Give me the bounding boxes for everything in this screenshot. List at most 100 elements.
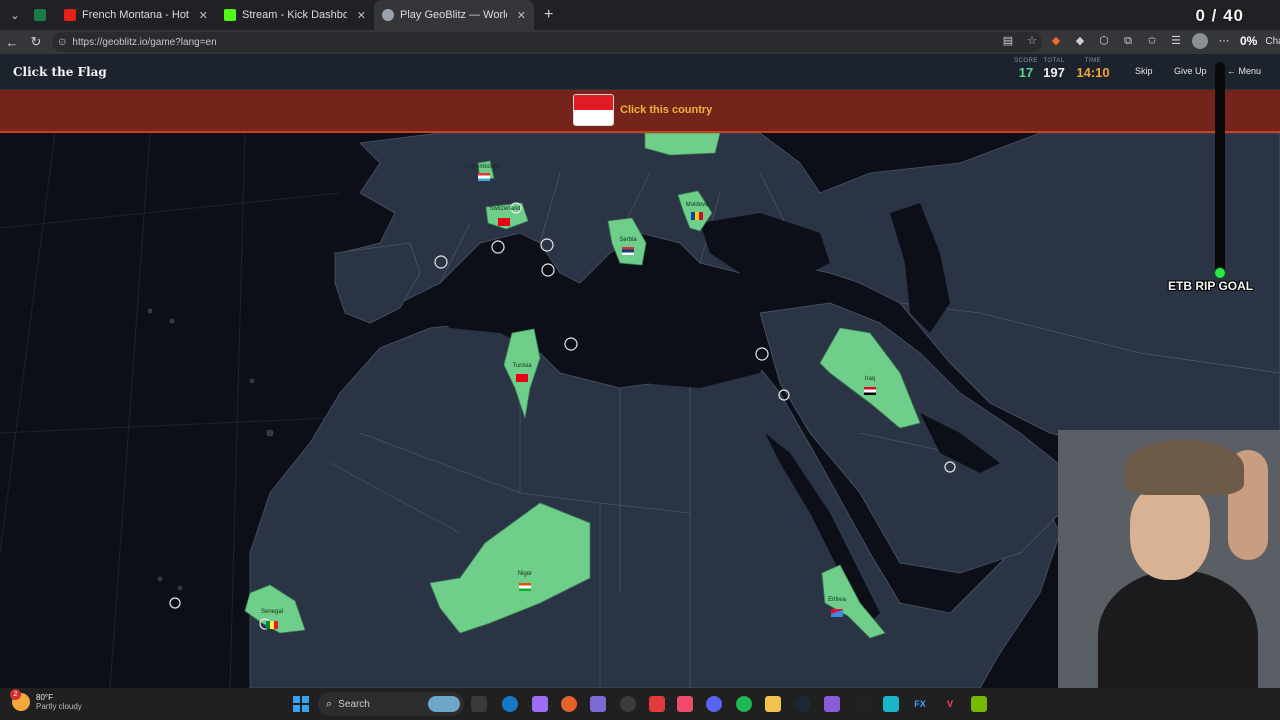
sheets-icon [34,9,46,21]
weather-condition: Partly cloudy [36,702,82,711]
profile-avatar[interactable] [1192,33,1208,49]
tab-kick-dashboard[interactable]: Stream - Kick Dashboard ✕ [216,0,374,30]
valorant-icon[interactable]: V [942,696,958,712]
discord-icon[interactable] [706,696,722,712]
prompt-text: Click this country [620,104,713,116]
scrcpy-icon[interactable] [649,696,665,712]
site-info-icon[interactable]: ⊙ [58,37,66,48]
iraq-flag [864,387,876,395]
score-stat: SCORE 17 [1014,58,1038,80]
tab-title: Stream - Kick Dashboard [242,9,347,21]
favorite-star-icon[interactable]: ☆ [1024,33,1040,49]
obs-icon[interactable] [620,696,636,712]
luxembourg-flag [478,173,490,181]
back-icon[interactable]: ← [0,35,24,50]
youtube-icon [64,9,76,21]
stream-counter: 0 / 40 [1195,6,1244,25]
task-view-icon[interactable] [471,696,487,712]
skip-button[interactable]: Skip [1135,66,1153,76]
goal-label: ETB RIP GOAL [1168,279,1254,293]
webcam-feed [1058,430,1280,688]
extensions-icon[interactable]: ⬡ [1096,33,1112,49]
game-header: Click the Flag SCORE 17 TOTAL 197 TIME 1… [0,54,1280,90]
country-label-iraq: Iraq [864,376,876,382]
reader-icon[interactable]: ▤ [1000,33,1016,49]
extension-fox-icon[interactable]: ◆ [1048,33,1064,49]
goal-progress-marker [1214,267,1226,279]
tunisia-flag [516,374,528,382]
edge-icon[interactable] [502,696,518,712]
screen: ⌄ French Montana - Hot Boy Bling ft ✕ St… [0,0,1280,720]
globe-icon [382,9,394,21]
search-highlight-art [428,696,460,712]
close-tab-icon[interactable]: ✕ [357,9,366,22]
give-up-button[interactable]: Give Up [1174,66,1207,76]
tab-title: Play GeoBlitz — World Geography [400,9,507,21]
url-text: https://geoblitz.io/game?lang=en [72,36,217,48]
menu-button[interactable]: ← Menu [1227,66,1261,76]
tab-search-icon[interactable]: ⌄ [4,4,26,26]
collections-icon[interactable]: ✩ [1144,33,1160,49]
windows-taskbar: 2 80°F Partly cloudy ⌕ Search FX V [0,688,1280,720]
split-screen-icon[interactable]: ⧉ [1120,33,1136,49]
country-label-switzerland: Switzerland [489,206,521,212]
folder-icon[interactable] [765,696,781,712]
steam-icon[interactable] [795,696,811,712]
time-label: TIME [1084,58,1102,64]
kick-icon [224,9,236,21]
firefox-icon[interactable] [561,696,577,712]
country-label-senegal: Senegal [260,609,284,615]
eritrea-flag [831,609,843,617]
nvidia-icon[interactable] [971,696,987,712]
notification-badge: 2 [10,689,21,700]
prompt-banner: Click this country [0,90,1280,133]
country-label-serbia: Serbia [619,237,637,243]
total-stat: TOTAL 197 [1041,58,1067,80]
score-label: SCORE [1014,58,1038,64]
vpn-icon[interactable] [883,696,899,712]
time-value: 14:10 [1076,65,1110,80]
score-value: 17 [1018,65,1034,80]
tab-geoblitz[interactable]: Play GeoBlitz — World Geography ✕ [374,0,534,30]
close-tab-icon[interactable]: ✕ [199,9,208,22]
proton-icon[interactable] [854,696,870,712]
game-title: Click the Flag [13,65,107,79]
start-button[interactable] [293,696,309,712]
teams-icon[interactable] [590,696,606,712]
favorites-icon[interactable]: ☰ [1168,33,1184,49]
clapper-icon[interactable] [824,696,840,712]
country-label-tunisia: Tunisia [512,363,532,369]
browser-toolbar: ▤ ☆ ◆ ◆ ⬡ ⧉ ✩ ☰ ⋯ 0% Chat [1000,33,1280,49]
taskbar-search[interactable]: ⌕ Search [318,692,464,716]
country-label-luxembourg: Luxembourg [466,164,500,170]
weather-widget[interactable]: 2 80°F Partly cloudy [10,689,82,711]
niger-flag [519,583,531,591]
moldova-flag [691,212,703,220]
url-field[interactable]: ⊙ https://geoblitz.io/game?lang=en [52,32,1042,52]
close-tab-icon[interactable]: ✕ [517,9,526,22]
new-tab-icon[interactable]: + [544,6,553,24]
music-icon[interactable] [677,696,693,712]
spotify-icon[interactable] [736,696,752,712]
extension-diamond-icon[interactable]: ◆ [1072,33,1088,49]
goal-progress-bar [1215,62,1225,274]
copilot-icon[interactable] [532,696,548,712]
tab-sheets[interactable] [26,0,56,30]
country-label-eritrea: Eritrea [828,597,846,603]
weather-temperature: 80°F [36,693,53,702]
fx-icon[interactable]: FX [912,696,928,712]
time-stat: TIME 14:10 [1076,58,1110,80]
tab-title: French Montana - Hot Boy Bling ft [82,9,189,21]
tab-youtube[interactable]: French Montana - Hot Boy Bling ft ✕ [56,0,216,30]
target-flag [574,95,613,125]
switzerland-flag [498,218,510,226]
serbia-flag [622,247,634,255]
search-placeholder: Search [338,698,370,710]
extension-percent[interactable]: 0% [1240,34,1257,48]
reload-icon[interactable]: ↻ [24,34,48,50]
chat-button[interactable]: Chat [1265,36,1280,47]
total-value: 197 [1043,65,1065,80]
more-icon[interactable]: ⋯ [1216,33,1232,49]
senegal-flag [266,621,278,629]
country-label-moldova: Moldova [685,202,709,208]
